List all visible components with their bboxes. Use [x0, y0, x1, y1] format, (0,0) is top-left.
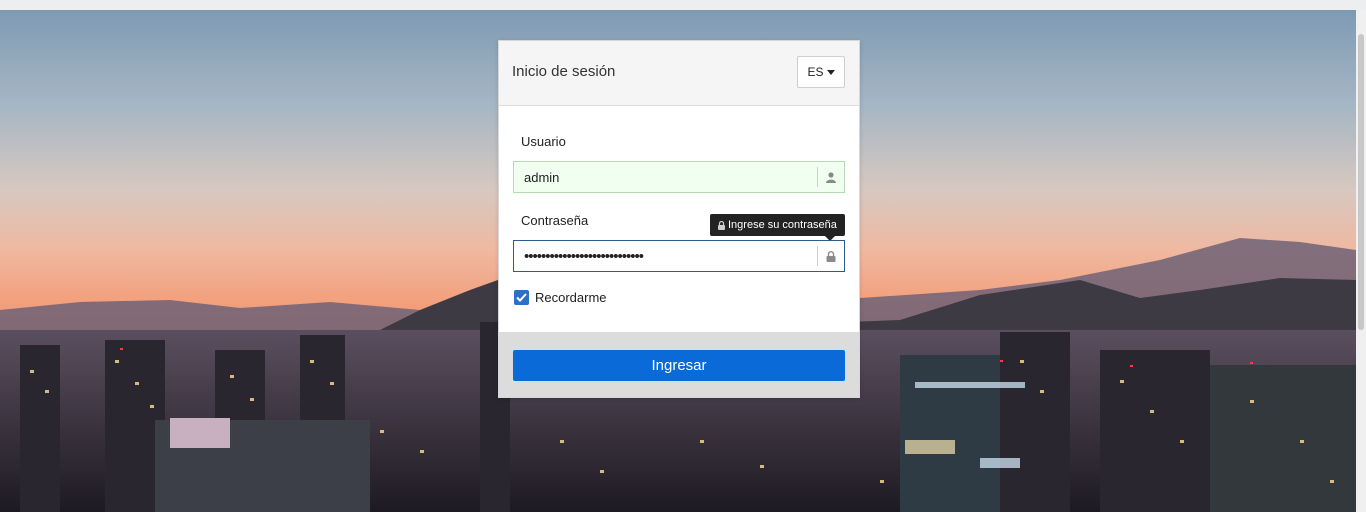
remember-checkbox[interactable]: [514, 290, 529, 305]
user-icon: [817, 167, 844, 187]
lock-icon: [817, 246, 844, 266]
login-header: Inicio de sesión ES: [499, 41, 859, 106]
scrollbar-thumb[interactable]: [1358, 34, 1364, 330]
lock-icon: [718, 220, 725, 230]
password-tooltip: Ingrese su contraseña: [710, 214, 845, 241]
username-input[interactable]: [514, 162, 817, 192]
password-label: Contraseña: [521, 213, 589, 228]
remember-me[interactable]: Recordarme: [514, 290, 607, 305]
password-input[interactable]: [514, 241, 817, 271]
username-field[interactable]: [513, 161, 845, 193]
password-tooltip-text: Ingrese su contraseña: [728, 219, 837, 231]
checkmark-icon: [516, 293, 527, 302]
login-footer: Ingresar: [499, 332, 859, 397]
language-dropdown[interactable]: ES: [797, 56, 845, 88]
login-title: Inicio de sesión: [512, 63, 616, 80]
password-field[interactable]: [513, 240, 845, 272]
login-card: Inicio de sesión ES Usuario Contraseña I…: [498, 40, 860, 398]
chevron-down-icon: [826, 70, 835, 75]
language-value: ES: [807, 65, 824, 79]
username-label: Usuario: [521, 134, 566, 149]
remember-label: Recordarme: [535, 290, 607, 305]
login-submit-button[interactable]: Ingresar: [513, 350, 845, 381]
page-scrollbar[interactable]: [1356, 10, 1366, 512]
